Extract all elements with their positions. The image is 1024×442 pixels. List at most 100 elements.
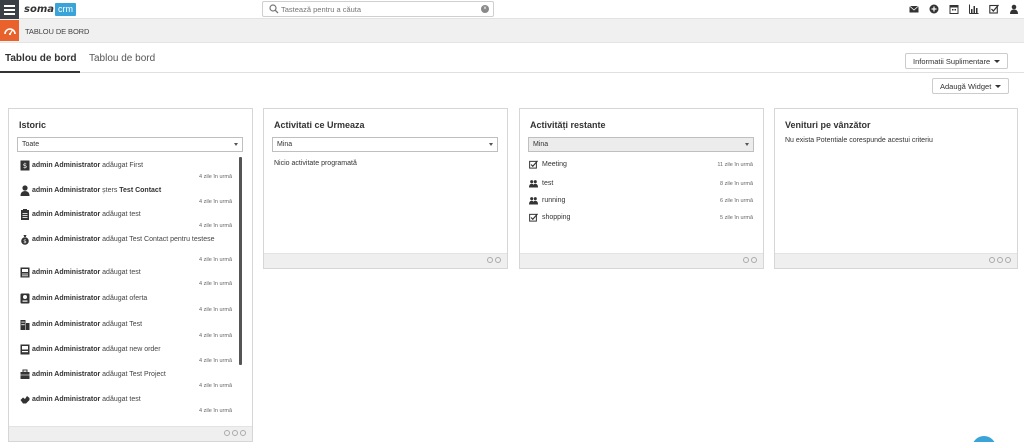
chevron-down-icon — [234, 143, 238, 146]
history-filter-select[interactable]: Toate — [17, 137, 243, 152]
activity-action: adăugat test — [102, 396, 141, 403]
page-title: TABLOU DE BORD — [25, 27, 90, 36]
tab-dashboard-active[interactable]: Tablou de bord — [5, 53, 76, 64]
activity-time: 4 zile în urmă — [198, 223, 232, 229]
widget-title: Venituri pe vânzător — [785, 120, 871, 130]
add-widget-label: Adaugă Widget — [940, 81, 992, 91]
activity-time: 4 zile în urmă — [198, 307, 232, 313]
chevron-down-icon — [995, 84, 1002, 88]
page-header: TABLOU DE BORD — [0, 19, 1024, 43]
activity-user[interactable]: admin Administrator — [32, 269, 100, 276]
search-input[interactable] — [281, 3, 481, 15]
activity-label[interactable]: test — [542, 180, 553, 187]
chevron-down-icon — [745, 143, 749, 146]
activity-time: 4 zile în urmă — [198, 257, 232, 263]
close-icon[interactable] — [240, 430, 246, 436]
money-bag-icon: $ — [21, 235, 29, 245]
filter-value: Toate — [22, 141, 40, 148]
invoice-icon — [20, 267, 30, 278]
activity-time: 11 zile în urmă — [717, 162, 753, 168]
brand-suffix: crm — [55, 3, 76, 16]
floating-action-button[interactable] — [972, 436, 996, 442]
activity-target[interactable]: Test Contact — [119, 187, 161, 194]
people-icon — [529, 180, 538, 188]
activity-user[interactable]: admin Administrator — [32, 321, 100, 328]
widget-footer — [775, 253, 1017, 268]
scrollbar[interactable] — [239, 157, 242, 365]
checkbox-icon[interactable] — [988, 3, 999, 14]
plus-circle-icon[interactable] — [928, 3, 939, 14]
hamburger-menu-icon[interactable] — [0, 0, 19, 19]
settings-icon[interactable] — [224, 430, 230, 436]
widget-footer — [264, 253, 507, 268]
clear-search-icon[interactable]: × — [481, 5, 489, 13]
widget-title: Activitati ce Urmeaza — [274, 120, 365, 130]
briefcase-icon — [20, 369, 30, 379]
upcoming-activities-widget: Activitati ce Urmeaza Mina Nicio activit… — [263, 108, 508, 269]
activity-action: adăugat oferta — [102, 295, 148, 302]
offer-document-icon — [20, 293, 30, 304]
calendar-icon[interactable] — [948, 3, 959, 14]
chevron-down-icon — [489, 143, 493, 146]
svg-text:$: $ — [23, 239, 27, 245]
overdue-filter-select[interactable]: Mina — [528, 137, 754, 152]
revenue-per-seller-widget: Venituri pe vânzător Nu exista Potential… — [774, 108, 1018, 269]
close-icon[interactable] — [751, 257, 757, 263]
svg-text:$: $ — [23, 162, 27, 170]
activity-user[interactable]: admin Administrator — [32, 346, 100, 353]
overdue-activities-widget: Activități restante Mina Meeting 11 zile… — [519, 108, 764, 269]
user-icon[interactable] — [1008, 3, 1019, 14]
order-icon — [20, 344, 30, 355]
additional-info-button[interactable]: Informatii Suplimentare — [905, 53, 1009, 69]
activity-user[interactable]: admin Administrator — [32, 187, 100, 194]
empty-state-message: Nu exista Potentiale corespunde acestui … — [785, 137, 933, 144]
activity-user[interactable]: admin Administrator — [32, 162, 100, 169]
activity-label[interactable]: Meeting — [542, 161, 567, 168]
close-icon[interactable] — [1005, 257, 1011, 263]
people-icon — [529, 197, 538, 205]
empty-state-message: Nicio activitate programată — [274, 160, 357, 167]
activity-time: 8 zile în urmă — [719, 181, 753, 187]
additional-info-label: Informatii Suplimentare — [913, 56, 991, 66]
activity-label[interactable]: shopping — [542, 214, 570, 221]
activity-action: adăugat test — [102, 211, 141, 218]
settings-icon[interactable] — [989, 257, 995, 263]
activity-action: adăugat new order — [102, 346, 161, 353]
activity-time: 4 zile în urmă — [198, 199, 232, 205]
activity-user[interactable]: admin Administrator — [32, 211, 100, 218]
activity-user[interactable]: admin Administrator — [32, 396, 100, 403]
widget-footer — [9, 426, 252, 441]
add-widget-button[interactable]: Adaugă Widget — [932, 78, 1010, 94]
activity-time: 5 zile în urmă — [719, 215, 753, 221]
brand-name: soma — [24, 4, 54, 15]
activity-time: 6 zile în urmă — [719, 198, 753, 204]
widget-title: Activități restante — [530, 120, 606, 130]
refresh-icon[interactable] — [743, 257, 749, 263]
refresh-icon[interactable] — [232, 430, 238, 436]
dashboard-icon — [0, 20, 19, 41]
widget-title: Istoric — [19, 120, 47, 130]
envelope-icon[interactable] — [908, 3, 919, 14]
activity-label[interactable]: running — [542, 197, 565, 204]
filter-value: Mina — [277, 141, 293, 148]
close-icon[interactable] — [495, 257, 501, 263]
activity-user[interactable]: admin Administrator — [32, 371, 100, 378]
tab-dashboard-secondary[interactable]: Tablou de bord — [89, 53, 155, 64]
filter-value: Mina — [533, 141, 549, 148]
search-icon — [269, 4, 279, 14]
activity-user[interactable]: admin Administrator — [32, 236, 100, 243]
refresh-icon[interactable] — [997, 257, 1003, 263]
history-list: $ admin Administrator adăugat First 4 zi… — [17, 157, 243, 420]
global-search[interactable]: × — [262, 1, 494, 17]
activity-time: 4 zile în urmă — [198, 174, 232, 180]
activity-time: 4 zile în urmă — [198, 358, 232, 364]
activity-user[interactable]: admin Administrator — [32, 295, 100, 302]
bar-chart-icon[interactable] — [968, 3, 979, 14]
upcoming-filter-select[interactable]: Mina — [272, 137, 498, 152]
brand-logo[interactable]: soma crm — [24, 2, 76, 17]
activity-time: 4 zile în urmă — [198, 408, 232, 414]
widget-footer — [520, 253, 763, 268]
refresh-icon[interactable] — [487, 257, 493, 263]
clipboard-icon — [21, 209, 29, 220]
activity-action: adăugat First — [102, 162, 144, 169]
